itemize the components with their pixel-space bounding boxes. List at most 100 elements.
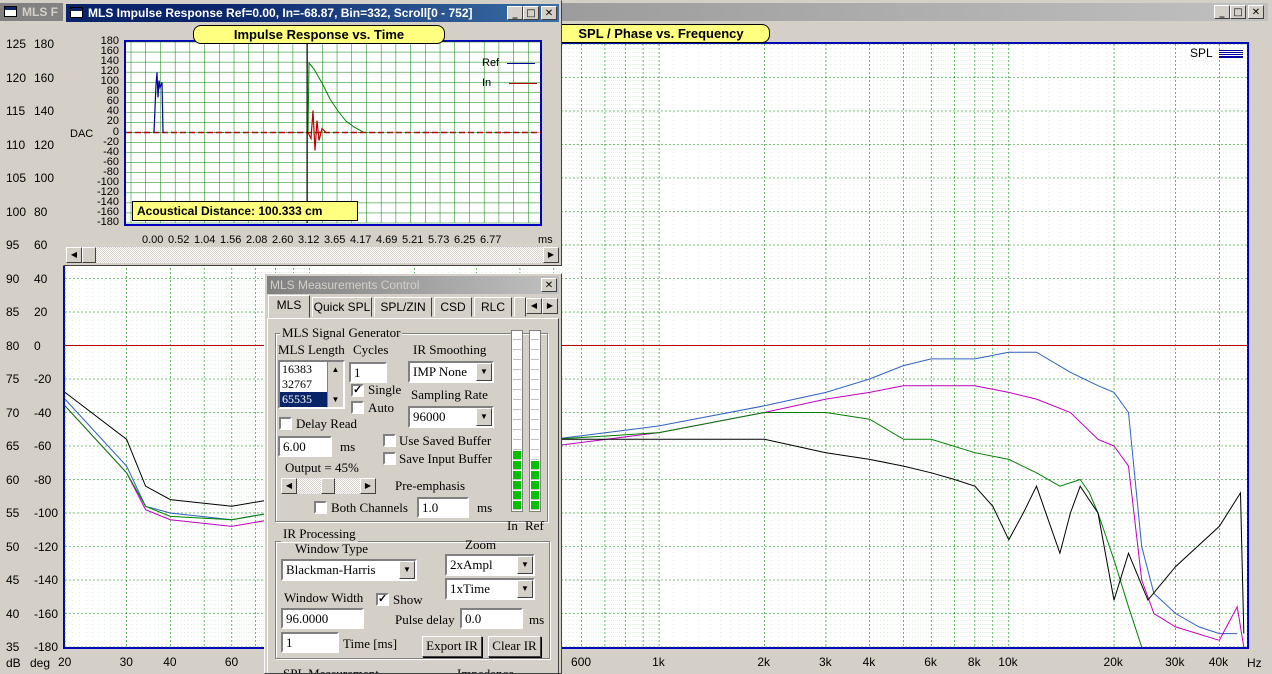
deg-tick-label: 0: [34, 338, 41, 353]
x-tick-label: 30: [119, 655, 133, 669]
single-checkbox[interactable]: ✓: [351, 384, 364, 397]
meter-segment: [513, 471, 521, 480]
meter-segment: [531, 461, 539, 470]
x-tick-label: 3k: [818, 655, 832, 669]
chevron-down-icon[interactable]: ▼: [399, 561, 415, 579]
zoom-time-select[interactable]: 1xTime ▼: [445, 578, 535, 600]
export-ir-button[interactable]: Export IR: [422, 636, 482, 657]
window-width-input[interactable]: 96.0000: [281, 608, 364, 629]
scroll-right-button[interactable]: ▶: [543, 247, 559, 263]
time-input[interactable]: 1: [281, 632, 339, 653]
pulse-delay-input[interactable]: 0.0: [460, 608, 523, 629]
deg-tick-label: 80: [34, 204, 48, 219]
scroll-left-button[interactable]: ◀: [66, 247, 82, 263]
spl-chart-title: SPL / Phase vs. Frequency: [552, 24, 770, 43]
tab-mls[interactable]: MLS: [268, 295, 310, 318]
legend-ref: Ref: [482, 53, 537, 73]
scroll-thumb[interactable]: [82, 247, 96, 263]
meter-segment: [513, 361, 521, 370]
db-unit-label: dB: [6, 656, 21, 670]
deg-tick-label: 20: [34, 305, 48, 319]
spl-curve-green: [64, 405, 1143, 648]
output-slider-right-button[interactable]: ▶: [360, 478, 376, 494]
auto-checkbox[interactable]: [351, 401, 364, 414]
chevron-down-icon[interactable]: ▼: [517, 580, 533, 598]
meter-segment: [531, 351, 539, 360]
db-tick-label: 60: [6, 472, 20, 487]
meter-segment: [513, 371, 521, 380]
use-saved-buffer-label: Use Saved Buffer: [399, 433, 492, 448]
chevron-down-icon[interactable]: ▼: [476, 363, 492, 381]
delay-input[interactable]: 6.00: [278, 436, 332, 457]
window-type-value: Blackman-Harris: [286, 562, 376, 577]
output-slider[interactable]: ◀ ▶: [281, 478, 376, 494]
use-saved-buffer-checkbox[interactable]: [383, 434, 396, 447]
meter-segment: [513, 421, 521, 430]
show-checkbox[interactable]: ✓: [376, 593, 389, 606]
meter-segment: [513, 431, 521, 440]
sampling-rate-select[interactable]: 96000 ▼: [408, 406, 494, 428]
tab-scroll-right-button[interactable]: ▶: [542, 298, 558, 314]
impulse-x-tick-label: 2.08: [246, 234, 268, 246]
x-tick-label: 20: [58, 655, 72, 669]
meter-segment: [531, 501, 539, 510]
mls-option-selected[interactable]: 65535: [280, 392, 327, 407]
impulse-x-tick-label: 0.52: [168, 234, 190, 246]
impulse-x-unit: ms: [538, 234, 553, 246]
ir-smoothing-select[interactable]: IMP None ▼: [408, 361, 494, 383]
mls-length-list[interactable]: 16383 32767 65535 ▲ ▼: [278, 360, 345, 409]
preemphasis-input[interactable]: 1.0: [417, 497, 469, 518]
impulse-y-tick-label: -180: [96, 216, 119, 228]
tab-rlc[interactable]: RLC: [474, 297, 512, 317]
impulse-x-tick-label: 1.04: [194, 234, 216, 246]
tab-more[interactable]: [514, 297, 526, 317]
meter-segment: [513, 451, 521, 460]
meter-segment: [531, 341, 539, 350]
tab-scroll-left-button[interactable]: ◀: [526, 298, 542, 314]
control-title: MLS Measurements Control: [270, 278, 420, 292]
tab-quick-spl[interactable]: Quick SPL: [312, 297, 372, 317]
tab-csd[interactable]: CSD: [434, 297, 472, 317]
x-tick-label: 30k: [1165, 655, 1185, 669]
deg-unit-label: deg: [30, 656, 51, 670]
x-tick-label: 4k: [862, 655, 876, 669]
spl-curve-blue: [64, 351, 1238, 635]
control-close-button[interactable]: ✕: [541, 278, 557, 292]
meter-segment: [513, 501, 521, 510]
chevron-down-icon[interactable]: ▼: [517, 556, 533, 574]
control-titlebar[interactable]: MLS Measurements Control ✕: [267, 276, 559, 294]
window-type-label: Window Type: [295, 541, 369, 556]
mls-list-spin[interactable]: ▲ ▼: [327, 362, 343, 407]
tab-spl-zin[interactable]: SPL/ZIN: [374, 297, 432, 317]
delay-read-checkbox[interactable]: [279, 417, 292, 430]
window-type-select[interactable]: Blackman-Harris ▼: [281, 559, 417, 581]
legend-ref-label: Ref: [482, 57, 500, 69]
clear-ir-button[interactable]: Clear IR: [488, 636, 541, 657]
impulse-x-tick-label: 4.17: [350, 234, 372, 246]
mls-length-label: MLS Length: [278, 342, 345, 357]
db-tick-label: 115: [6, 104, 26, 118]
ir-smoothing-label: IR Smoothing: [413, 342, 487, 357]
cycles-input[interactable]: 1: [349, 362, 387, 383]
spl-legend: SPL: [1190, 46, 1243, 60]
deg-tick-label: -140: [34, 573, 59, 587]
meter-in-label: In: [507, 518, 518, 533]
impulse-scrollbar[interactable]: ◀ ▶: [66, 247, 559, 263]
show-label: Show: [393, 592, 423, 607]
spl-legend-label: SPL: [1190, 46, 1213, 60]
meter-in: [511, 330, 523, 512]
deg-tick-label: -60: [34, 439, 52, 453]
both-channels-label: Both Channels: [331, 500, 408, 515]
ir-smoothing-value: IMP None: [413, 364, 468, 379]
both-channels-checkbox[interactable]: [314, 501, 327, 514]
output-slider-left-button[interactable]: ◀: [281, 478, 297, 494]
output-slider-thumb[interactable]: [321, 478, 335, 494]
db-tick-label: 105: [6, 171, 27, 185]
save-input-buffer-checkbox[interactable]: [383, 452, 396, 465]
meter-segment: [531, 391, 539, 400]
deg-tick-label: -40: [34, 405, 52, 420]
legend-in: In: [482, 73, 538, 93]
meter-segment: [531, 431, 539, 440]
chevron-down-icon[interactable]: ▼: [476, 408, 492, 426]
zoom-ampl-select[interactable]: 2xAmpl ▼: [445, 554, 535, 576]
